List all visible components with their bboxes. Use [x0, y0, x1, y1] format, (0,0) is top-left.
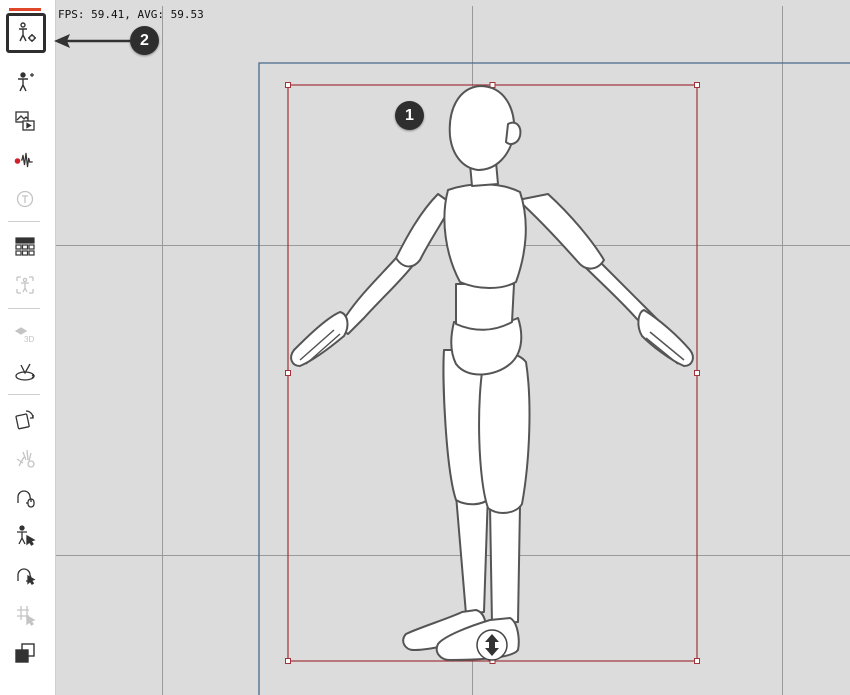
rotate-object-button[interactable] — [7, 401, 43, 437]
figure-cursor-button[interactable] — [7, 518, 43, 554]
callout-badge-2: 2 — [130, 26, 159, 55]
grid-select-icon — [17, 606, 36, 626]
toolbar-separator — [8, 308, 40, 309]
toolbar-separator — [8, 394, 40, 395]
grid-select-button[interactable] — [7, 596, 43, 632]
grid-line — [56, 555, 850, 556]
toolbar-separator — [8, 221, 40, 222]
face-cursor-button[interactable] — [7, 557, 43, 593]
copy-layer-icon — [15, 643, 35, 663]
grid-table-icon — [15, 237, 35, 256]
figure-settings-button[interactable] — [6, 13, 46, 53]
3d-viewport[interactable] — [56, 6, 850, 695]
rotate-object-icon — [15, 410, 34, 430]
image-play-button[interactable] — [7, 103, 43, 139]
hand-pose-button[interactable] — [7, 440, 43, 476]
text-circle-icon — [16, 190, 34, 208]
figure-cursor-icon — [17, 525, 36, 546]
head-mouse-button[interactable] — [7, 479, 43, 515]
svg-text:3D: 3D — [24, 335, 34, 344]
head-mouse-icon — [17, 490, 35, 508]
grid-line — [162, 6, 163, 695]
pose-frame-button[interactable] — [7, 267, 43, 303]
figure-settings-icon — [19, 22, 36, 42]
left-toolbar: 3D — [0, 0, 56, 695]
layer-3d-icon: 3D — [14, 327, 34, 344]
layer-3d-button[interactable]: 3D — [7, 315, 43, 351]
grid-line — [782, 6, 783, 695]
audio-record-icon — [14, 152, 33, 168]
callout-badge-1: 1 — [395, 101, 424, 130]
audio-record-button[interactable] — [7, 142, 43, 178]
hand-pose-icon — [16, 449, 35, 468]
pose-frame-icon — [16, 276, 34, 294]
fps-counter: FPS: 59.41, AVG: 59.53 — [58, 8, 204, 21]
face-cursor-icon — [17, 568, 36, 586]
grid-line — [472, 6, 473, 695]
text-circle-button[interactable] — [7, 181, 43, 217]
copy-layer-button[interactable] — [7, 635, 43, 671]
grid-table-button[interactable] — [7, 228, 43, 264]
camera-orbit-button[interactable] — [7, 354, 43, 390]
figure-sparkle-button[interactable] — [7, 64, 43, 100]
image-play-icon — [15, 111, 35, 131]
camera-orbit-icon — [15, 363, 36, 381]
toolbar-accent-bar — [9, 8, 41, 11]
figure-sparkle-icon — [18, 72, 34, 92]
grid-line — [56, 245, 850, 246]
